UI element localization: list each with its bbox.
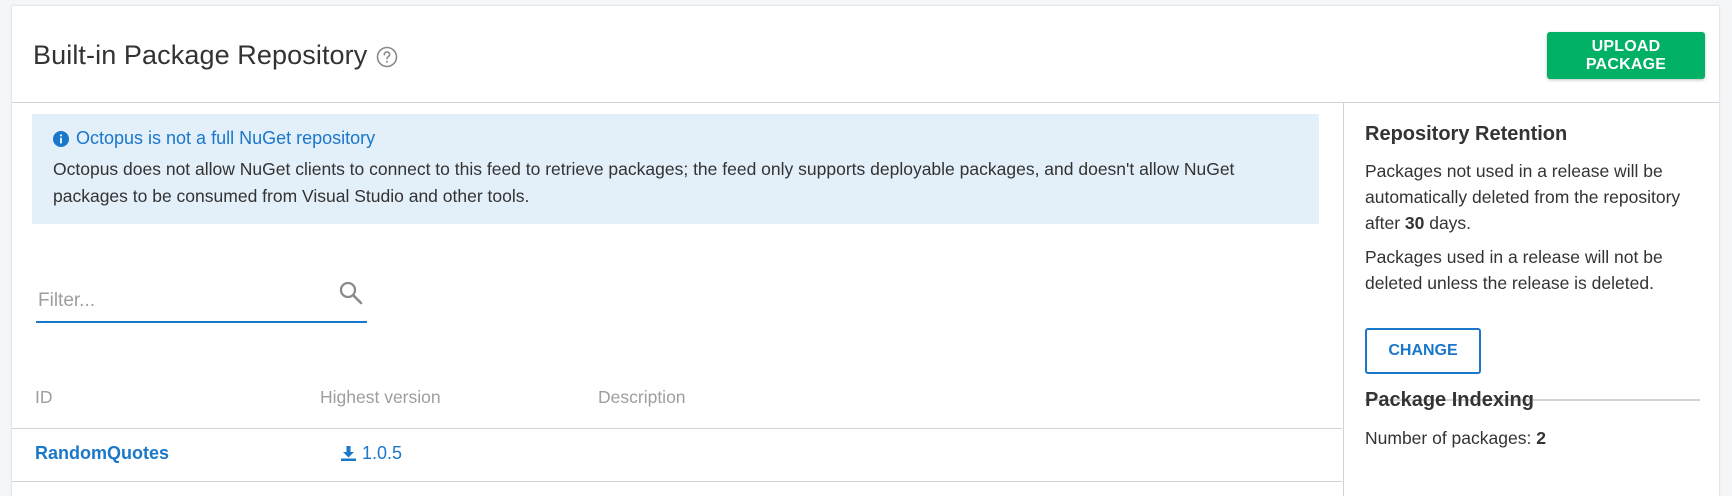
callout-body: Octopus does not allow NuGet clients to … (53, 159, 1235, 206)
retention-heading: Repository Retention (1365, 123, 1568, 145)
package-count: Number of packages: 2 (1365, 425, 1700, 451)
retention-days: 30 (1404, 213, 1425, 233)
info-icon (53, 130, 69, 147)
retention-text: Packages not used in a release will be a… (1365, 158, 1700, 236)
filter-input[interactable] (36, 287, 320, 315)
package-count-value: 2 (1536, 428, 1546, 448)
indexing-heading: Package Indexing (1365, 389, 1534, 411)
page-title: Built-in Package Repository (33, 40, 368, 70)
table-row[interactable]: RandomQuotes 1.0.5 (12, 429, 1342, 482)
column-header-highest-version[interactable]: Highest version (320, 387, 441, 408)
repository-card: Built-in Package Repository UPLOAD PACKA… (12, 6, 1719, 496)
info-callout: Octopus is not a full NuGet repository O… (32, 114, 1319, 224)
package-id-link[interactable]: RandomQuotes (35, 443, 169, 464)
callout-title-text: Octopus is not a full NuGet repository (76, 128, 376, 148)
help-icon[interactable] (375, 45, 399, 69)
callout-title: Octopus is not a full NuGet repository (53, 128, 375, 149)
retention-text-after: days. (1424, 213, 1472, 233)
page-header: Built-in Package Repository UPLOAD PACKA… (12, 6, 1719, 103)
main-content: Octopus is not a full NuGet repository O… (12, 103, 1342, 496)
sidebar: Repository Retention Packages not used i… (1343, 103, 1720, 496)
column-header-id[interactable]: ID (35, 387, 53, 408)
package-count-label: Number of packages: (1365, 428, 1537, 448)
filter-field (36, 265, 367, 323)
change-retention-button[interactable]: CHANGE (1365, 328, 1481, 374)
upload-package-button[interactable]: UPLOAD PACKAGE (1547, 32, 1705, 79)
package-version[interactable]: 1.0.5 (340, 443, 402, 464)
package-version-text: 1.0.5 (362, 443, 403, 463)
search-icon[interactable] (337, 279, 365, 307)
retention-note: Packages used in a release will not be d… (1365, 247, 1663, 293)
column-header-description[interactable]: Description (598, 387, 686, 408)
table-header: ID Highest version Description (12, 375, 1342, 429)
download-icon (341, 446, 356, 461)
